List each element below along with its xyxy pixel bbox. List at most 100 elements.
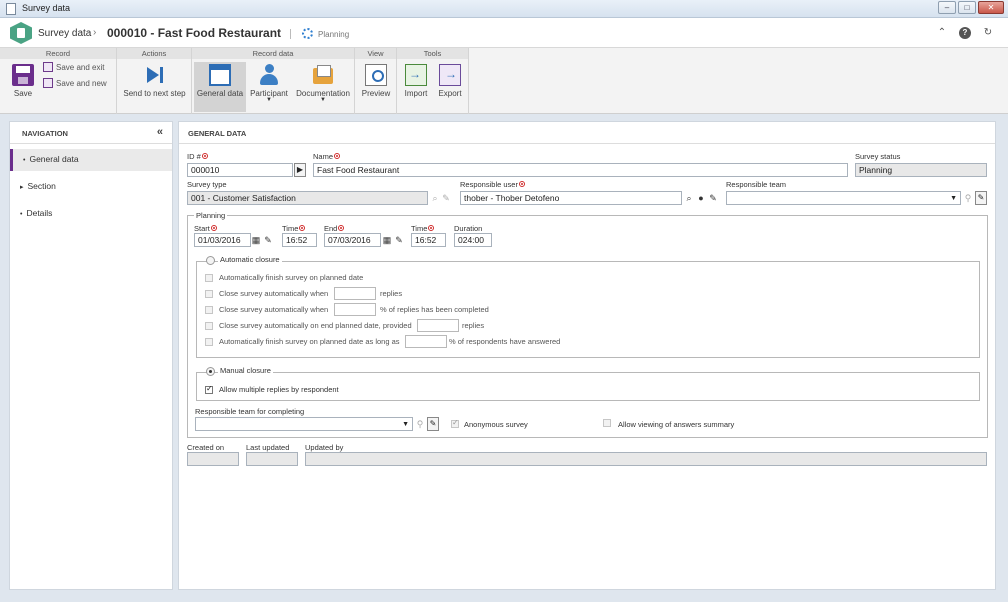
binoculars-icon: ⚲ bbox=[416, 419, 424, 429]
save-new-icon bbox=[43, 78, 53, 88]
general-data-button[interactable]: General data bbox=[194, 62, 246, 112]
breadcrumb-root[interactable]: Survey data bbox=[38, 28, 91, 39]
required-icon bbox=[201, 153, 208, 159]
preview-button[interactable]: Preview bbox=[358, 62, 394, 112]
survey-type-label: Survey type bbox=[187, 180, 227, 189]
minimize-button[interactable]: – bbox=[938, 1, 956, 14]
maximize-button[interactable]: □ bbox=[958, 1, 976, 14]
responsible-team-completing-select[interactable]: ▼ bbox=[195, 417, 413, 431]
clear-icon[interactable]: ✎ bbox=[708, 192, 718, 204]
allow-viewing-summary-label: Allow viewing of answers summary bbox=[618, 420, 735, 429]
panel-title: GENERAL DATA bbox=[179, 122, 995, 144]
close-when-percent-label: Close survey automatically when bbox=[219, 305, 329, 314]
participant-button[interactable]: Participant ▼ bbox=[248, 62, 290, 112]
next-step-icon bbox=[144, 64, 166, 86]
group-title: Record data bbox=[192, 48, 354, 59]
id-label-text: ID # bbox=[187, 152, 201, 161]
anonymous-survey-checkbox[interactable] bbox=[451, 418, 459, 428]
navigation-header: NAVIGATION « bbox=[10, 122, 172, 144]
close-on-end-date-checkbox[interactable] bbox=[205, 322, 213, 330]
save-button[interactable]: Save bbox=[6, 62, 40, 112]
refresh-icon[interactable]: ↻ bbox=[982, 27, 994, 39]
collapse-left-icon[interactable]: « bbox=[157, 126, 163, 138]
required-icon bbox=[334, 153, 341, 159]
finish-as-long-as-checkbox[interactable] bbox=[205, 338, 213, 346]
send-label: Send to next step bbox=[123, 89, 186, 98]
automatic-closure-legend: Automatic closure bbox=[218, 255, 282, 264]
bullet-icon: • bbox=[23, 157, 26, 164]
required-icon bbox=[428, 225, 435, 231]
clear-icon[interactable]: ✎ bbox=[263, 234, 273, 246]
required-icon bbox=[338, 225, 345, 231]
auto-finish-checkbox[interactable] bbox=[205, 274, 213, 282]
survey-type-field: 001 - Customer Satisfaction bbox=[187, 191, 428, 205]
name-field[interactable]: Fast Food Restaurant bbox=[313, 163, 848, 177]
duration-label: Duration bbox=[454, 224, 483, 233]
clear-icon[interactable]: ✎ bbox=[394, 234, 404, 246]
start-time-field[interactable]: 16:52 bbox=[282, 233, 317, 247]
replies-suffix: replies bbox=[380, 289, 403, 298]
calendar-icon[interactable]: ▦ bbox=[382, 234, 392, 246]
app-header: Survey data › 000010 - Fast Food Restaur… bbox=[0, 18, 1008, 48]
clear-team-completing-button[interactable]: ✎ bbox=[427, 417, 439, 431]
survey-logo-icon bbox=[10, 22, 32, 44]
calendar-icon[interactable]: ▦ bbox=[251, 234, 261, 246]
close-button[interactable]: ✕ bbox=[978, 1, 1004, 14]
ribbon-group-view: View Preview bbox=[355, 48, 397, 114]
percent-input bbox=[334, 303, 376, 316]
workflow-step-icon bbox=[302, 28, 313, 39]
end-time-field[interactable]: 16:52 bbox=[411, 233, 446, 247]
close-when-percent-checkbox[interactable] bbox=[205, 306, 213, 314]
document-icon bbox=[6, 3, 16, 15]
duration-field[interactable]: 024:00 bbox=[454, 233, 492, 247]
auto-finish-label: Automatically finish survey on planned d… bbox=[219, 273, 364, 282]
import-icon bbox=[405, 64, 427, 86]
divider bbox=[290, 29, 291, 39]
end-label-text: End bbox=[324, 224, 338, 233]
chevron-down-icon: ▼ bbox=[950, 195, 957, 202]
created-on-field bbox=[187, 452, 239, 466]
end-label: End bbox=[324, 224, 345, 233]
time-label-text: Time bbox=[282, 224, 299, 233]
responsible-team-select[interactable]: ▼ bbox=[726, 191, 961, 205]
last-updated-field bbox=[246, 452, 298, 466]
responsible-team-completing-label: Responsible team for completing bbox=[195, 407, 305, 416]
export-icon bbox=[439, 64, 461, 86]
clear-team-button[interactable]: ✎ bbox=[975, 191, 987, 205]
export-label: Export bbox=[438, 89, 462, 98]
updated-by-label: Updated by bbox=[305, 443, 344, 452]
user-icon[interactable]: ● bbox=[696, 192, 706, 204]
manual-closure-radio[interactable] bbox=[206, 367, 215, 376]
nav-item-details[interactable]: • Details bbox=[10, 203, 172, 225]
nav-item-label: General data bbox=[29, 154, 79, 164]
percent-suffix: % of replies has been completed bbox=[380, 305, 489, 314]
nav-item-section[interactable]: ▸ Section bbox=[10, 176, 172, 198]
id-field[interactable]: 000010 bbox=[187, 163, 293, 177]
name-label-text: Name bbox=[313, 152, 334, 161]
save-and-new-button[interactable]: Save and new bbox=[43, 78, 107, 90]
end-date-field[interactable]: 07/03/2016 bbox=[324, 233, 381, 247]
help-icon[interactable]: ? bbox=[959, 27, 971, 39]
time-label: Time bbox=[411, 224, 435, 233]
next-id-button[interactable]: ▶ bbox=[294, 163, 306, 177]
ribbon-group-actions: Actions Send to next step bbox=[117, 48, 192, 114]
import-button[interactable]: Import bbox=[401, 62, 431, 112]
step-label: Planning bbox=[318, 30, 350, 39]
export-button[interactable]: Export bbox=[435, 62, 465, 112]
automatic-closure-radio[interactable] bbox=[206, 256, 215, 265]
respondents-percent-input bbox=[405, 335, 447, 348]
save-icon bbox=[12, 64, 34, 86]
allow-multiple-replies-label: Allow multiple replies by respondent bbox=[219, 385, 339, 394]
responsible-user-field[interactable]: thober - Thober Detofeno bbox=[460, 191, 682, 205]
collapse-up-icon[interactable]: ⌃ bbox=[936, 27, 948, 39]
save-and-exit-button[interactable]: Save and exit bbox=[43, 62, 104, 74]
allow-viewing-summary-checkbox[interactable] bbox=[603, 419, 611, 427]
general-data-icon bbox=[209, 64, 231, 86]
search-icon[interactable]: ⌕ bbox=[684, 192, 694, 204]
nav-item-general-data[interactable]: • General data bbox=[10, 149, 172, 171]
documentation-button[interactable]: Documentation ▼ bbox=[294, 62, 352, 112]
allow-multiple-replies-checkbox[interactable] bbox=[205, 384, 213, 394]
close-when-replies-checkbox[interactable] bbox=[205, 290, 213, 298]
send-to-next-step-button[interactable]: Send to next step bbox=[121, 62, 188, 112]
start-date-field[interactable]: 01/03/2016 bbox=[194, 233, 251, 247]
